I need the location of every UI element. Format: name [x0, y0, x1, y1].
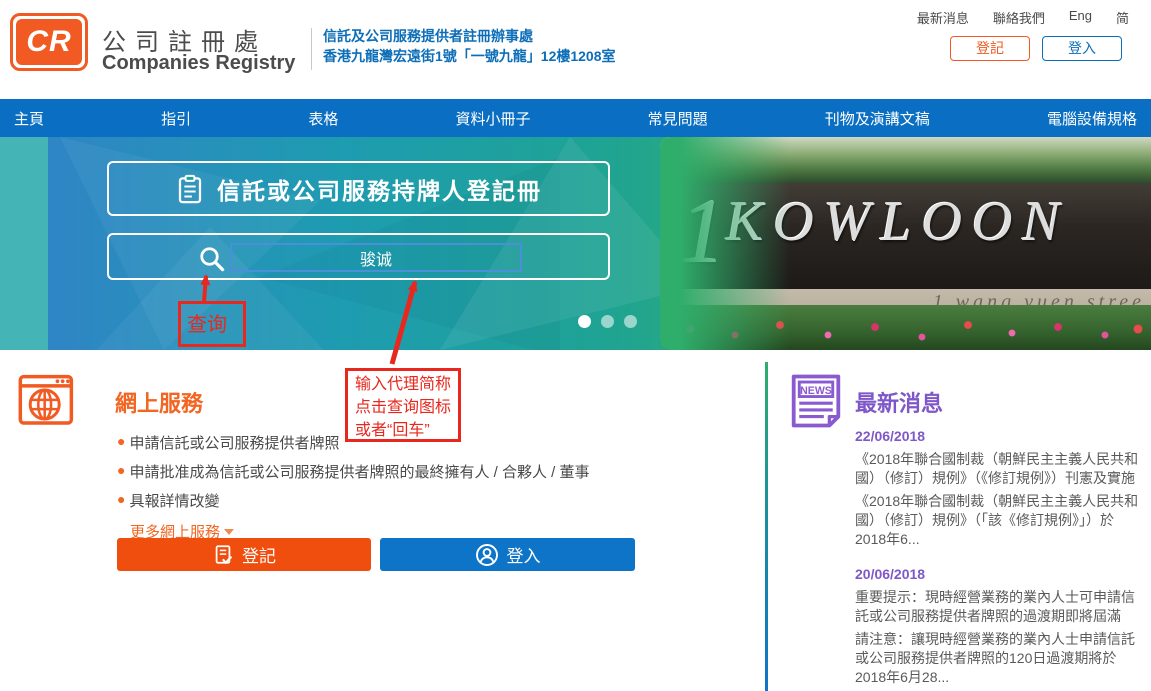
search-icon[interactable] — [197, 244, 227, 274]
header-login-button[interactable]: 登入 — [1042, 36, 1122, 61]
agent-name-search-input[interactable] — [230, 243, 522, 272]
office-address: 香港九龍灣宏遠街1號「一號九龍」12樓1208室 — [323, 46, 616, 66]
service-item-label: 申請批准成為信託或公司服務提供者牌照的最終擁有人 / 合夥人 / 董事 — [129, 461, 589, 482]
main-nav: 主頁 指引 表格 資料小冊子 常見問題 刊物及演講文稿 電腦設備規格 — [0, 99, 1151, 137]
news-item-title[interactable]: 重要提示：現時經營業務的業內人士可申請信託或公司服務提供者牌照的過渡期即將屆滿 — [855, 588, 1145, 626]
chevron-down-icon — [224, 529, 234, 535]
online-services-list: ● 申請信託或公司服務提供者牌照 ● 申請批准成為信託或公司服務提供者牌照的最終… — [117, 432, 757, 519]
header-register-button[interactable]: 登記 — [950, 36, 1030, 61]
top-utility-links: 最新消息 聯絡我們 Eng 简 — [917, 8, 1129, 27]
bullet-icon: ● — [117, 432, 125, 450]
nav-item-faq[interactable]: 常見問題 — [648, 108, 708, 129]
news-item-title[interactable]: 《2018年聯合國制裁（朝鮮民主主義人民共和國）（修訂）規例》（《修訂規例》）刊… — [855, 450, 1145, 488]
carousel-dot-3[interactable] — [624, 315, 637, 328]
content-divider — [765, 362, 768, 691]
news-list: 22/06/2018 《2018年聯合國制裁（朝鮮民主主義人民共和國）（修訂）規… — [855, 428, 1145, 691]
login-person-icon — [475, 543, 499, 567]
search-box — [107, 233, 610, 280]
clipboard-icon — [175, 174, 205, 204]
register-doc-icon — [212, 544, 234, 566]
header: CR 公司註冊處 Companies Registry 信託及公司服務提供者註冊… — [0, 0, 1151, 99]
online-services-icon — [18, 374, 76, 428]
annotation-tip-line: 或者“回车” — [355, 419, 458, 442]
service-item-label: 具報詳情改變 — [129, 490, 219, 511]
nav-item-home[interactable]: 主頁 — [14, 108, 44, 129]
news-section-title: 最新消息 — [855, 386, 943, 418]
kowloon-building-photo: 1KOWLOON 1 wang yuen stree — [660, 137, 1151, 350]
login-cta-button[interactable]: 登入 — [380, 538, 635, 571]
nav-item-guidelines[interactable]: 指引 — [161, 108, 191, 129]
service-item[interactable]: ● 具報詳情改變 — [117, 490, 757, 511]
link-simplified-chinese[interactable]: 简 — [1116, 8, 1129, 27]
bullet-icon: ● — [117, 461, 125, 479]
nav-item-system-requirements[interactable]: 電腦設備規格 — [1047, 108, 1137, 129]
cr-logo-badge: CR — [16, 19, 82, 65]
login-cta-label: 登入 — [507, 542, 541, 567]
carousel-dot-2[interactable] — [601, 315, 614, 328]
service-item[interactable]: ● 申請批准成為信託或公司服務提供者牌照的最終擁有人 / 合夥人 / 董事 — [117, 461, 757, 482]
annotation-tip-line: 输入代理简称 — [355, 373, 458, 396]
news-icon: NEWS — [787, 372, 845, 430]
news-date: 22/06/2018 — [855, 428, 1145, 444]
photo-green-fade — [660, 137, 790, 350]
online-services-title: 網上服務 — [115, 386, 203, 418]
office-name: 信託及公司服務提供者註冊辦事處 — [323, 26, 533, 46]
news-item: 22/06/2018 《2018年聯合國制裁（朝鮮民主主義人民共和國）（修訂）規… — [855, 428, 1145, 549]
cr-logo[interactable]: CR — [10, 13, 88, 71]
annotation-tip-box: 输入代理简称 点击查询图标 或者“回车” — [345, 368, 461, 442]
link-english[interactable]: Eng — [1069, 8, 1092, 27]
news-item-body: 請注意：讓現時經營業務的業內人士申請信託或公司服務提供者牌照的120日過渡期將於… — [855, 630, 1145, 687]
link-contact-us[interactable]: 聯絡我們 — [993, 8, 1045, 27]
licensee-register-label: 信託或公司服務持牌人登記冊 — [217, 172, 542, 206]
service-item-label: 申請信託或公司服務提供者牌照 — [129, 432, 339, 453]
org-name-english: Companies Registry — [102, 52, 295, 75]
carousel-dot-1[interactable] — [578, 315, 591, 328]
news-date: 20/06/2018 — [855, 566, 1145, 582]
link-latest-news[interactable]: 最新消息 — [917, 8, 969, 27]
cr-logo-text: CR — [26, 25, 71, 59]
nav-item-pamphlets[interactable]: 資料小冊子 — [455, 108, 530, 129]
register-cta-label: 登記 — [242, 542, 276, 567]
nav-item-forms[interactable]: 表格 — [308, 108, 338, 129]
news-icon-text: NEWS — [800, 385, 832, 397]
carousel-dots — [578, 315, 637, 328]
annotation-tip-line: 点击查询图标 — [355, 396, 458, 419]
register-cta-button[interactable]: 登記 — [117, 538, 371, 571]
nav-item-publications[interactable]: 刊物及演講文稿 — [825, 108, 930, 129]
header-divider — [311, 28, 312, 70]
bullet-icon: ● — [117, 490, 125, 508]
news-item: 20/06/2018 重要提示：現時經營業務的業內人士可申請信託或公司服務提供者… — [855, 566, 1145, 687]
banner-edge-strip — [0, 137, 48, 350]
licensee-register-link[interactable]: 信託或公司服務持牌人登記冊 — [107, 161, 610, 216]
annotation-query-box: 查询 — [178, 301, 246, 347]
companies-registry-homepage: CR 公司註冊處 Companies Registry 信託及公司服務提供者註冊… — [0, 0, 1151, 691]
hero-banner: 1KOWLOON 1 wang yuen stree 信託或公司服務持牌人登記冊 — [0, 137, 1151, 350]
news-item-body: 《2018年聯合國制裁（朝鮮民主主義人民共和國）（修訂）規例》（「該《修訂規例》… — [855, 492, 1145, 549]
